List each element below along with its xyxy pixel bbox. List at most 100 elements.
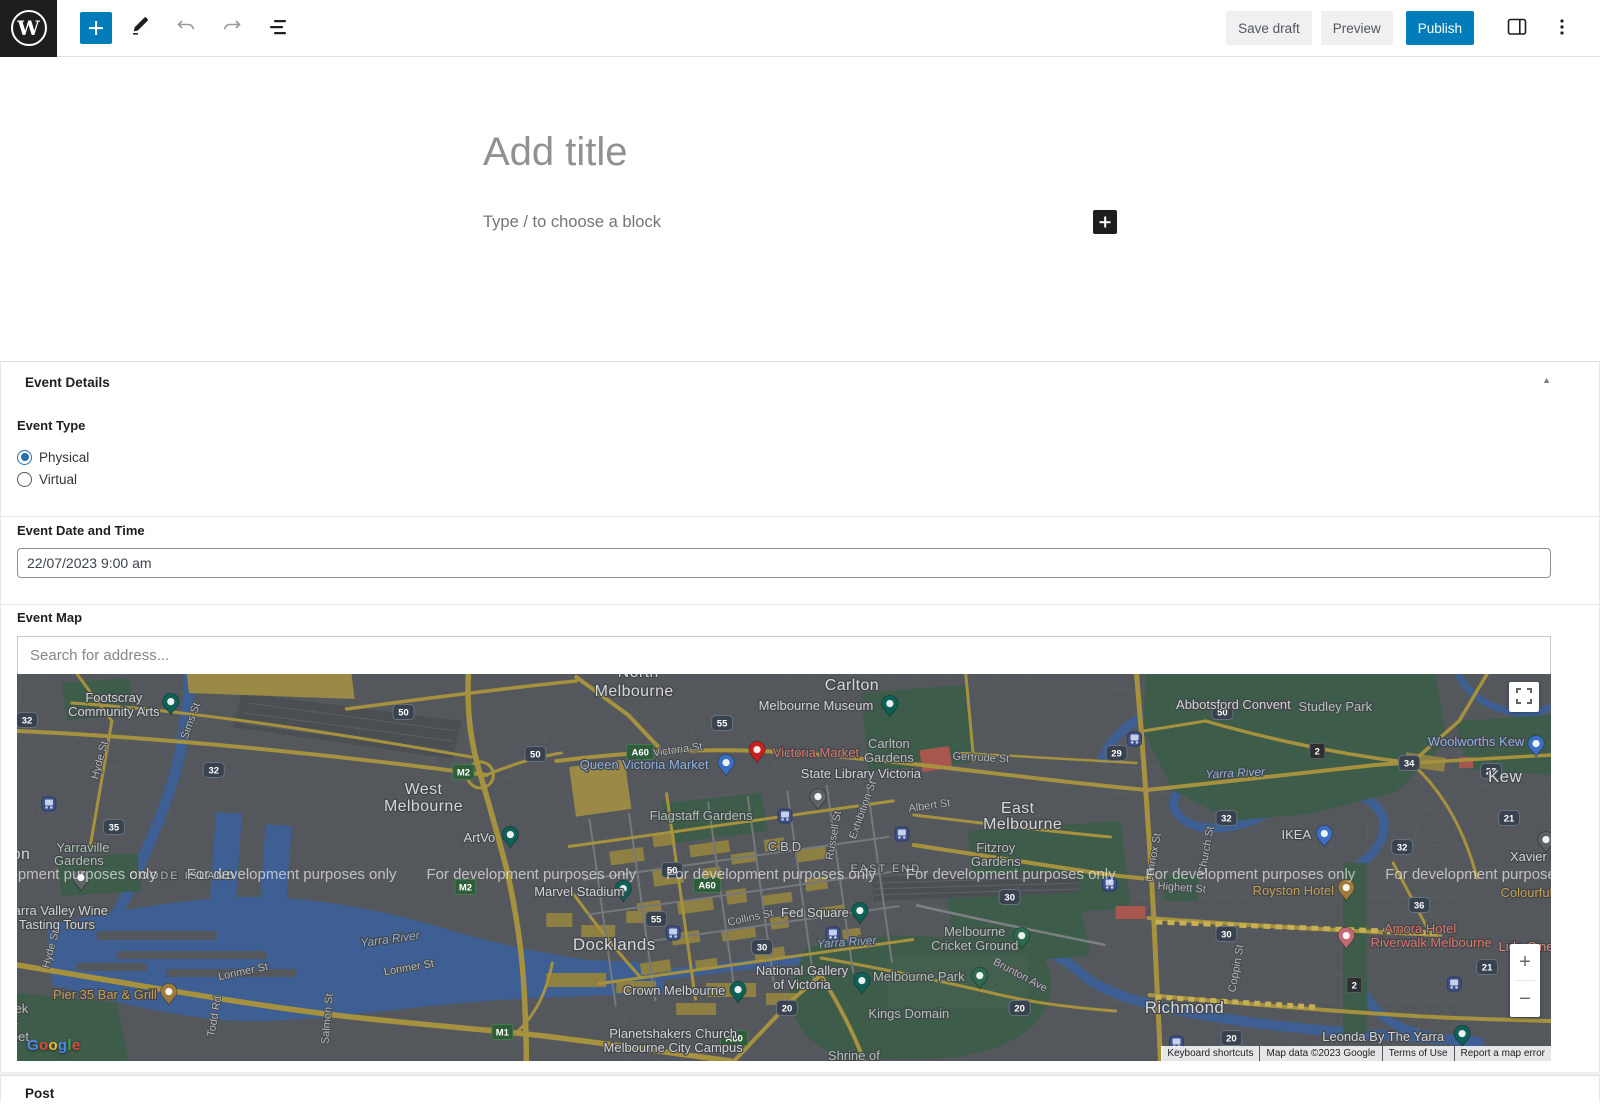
editor-canvas: Add title Type / to choose a block bbox=[0, 57, 1600, 361]
sidebar-panel-icon bbox=[1505, 15, 1529, 42]
map-attribution-link[interactable]: Map data ©2023 Google bbox=[1260, 1046, 1381, 1061]
map-label: Shrine of bbox=[828, 1048, 880, 1061]
radio-option-virtual[interactable]: Virtual bbox=[17, 468, 1551, 490]
dev-watermark: For development purposes only bbox=[906, 866, 1116, 883]
map-label: Melbourne bbox=[595, 683, 674, 700]
map-label: IKEA bbox=[1282, 827, 1312, 842]
route-badge: 20 bbox=[1009, 1001, 1030, 1016]
dev-watermark: For development purposes only bbox=[1146, 866, 1356, 883]
settings-sidebar-toggle[interactable] bbox=[1499, 10, 1535, 46]
map-label: Xavier Colle bbox=[1510, 849, 1551, 864]
svg-text:20: 20 bbox=[782, 1004, 793, 1015]
map-label: Leonda By The Yarra bbox=[1322, 1029, 1445, 1044]
map-label: Melbourne bbox=[944, 924, 1005, 939]
map-label: Melbourne bbox=[384, 798, 463, 815]
map-attribution-link[interactable]: Terms of Use bbox=[1383, 1046, 1454, 1061]
svg-text:30: 30 bbox=[1221, 930, 1232, 941]
event-map-field: Event Map bbox=[1, 604, 1599, 1072]
svg-text:21: 21 bbox=[1504, 814, 1515, 825]
svg-text:21: 21 bbox=[1482, 963, 1493, 974]
map-label: East bbox=[1001, 800, 1035, 817]
event-datetime-label: Event Date and Time bbox=[17, 523, 1551, 538]
map-label: Woolworths Kew bbox=[1428, 734, 1525, 749]
block-inserter-button[interactable] bbox=[80, 12, 112, 44]
event-type-label: Event Type bbox=[17, 418, 1551, 433]
svg-text:2: 2 bbox=[1315, 747, 1320, 758]
route-badge: 30 bbox=[1216, 927, 1237, 942]
map-label: Footscray bbox=[85, 690, 142, 705]
map-label: Riverwalk Melbourne bbox=[1371, 935, 1492, 950]
dev-watermark: For development purposes only bbox=[666, 866, 876, 883]
options-menu-button[interactable] bbox=[1544, 10, 1580, 46]
route-badge: 29 bbox=[1106, 746, 1127, 761]
event-datetime-field: Event Date and Time bbox=[1, 516, 1599, 604]
edit-tool-button[interactable] bbox=[122, 10, 158, 46]
map-label: Melbourne bbox=[983, 816, 1062, 833]
svg-text:32: 32 bbox=[22, 716, 33, 727]
map-attribution: Keyboard shortcutsMap data ©2023 GoogleT… bbox=[1160, 1046, 1551, 1061]
collapse-toggle-button[interactable]: ▲ bbox=[1542, 375, 1551, 385]
map-label: Community Arts bbox=[68, 704, 160, 719]
route-badge: M1 bbox=[492, 1025, 513, 1040]
route-badge: 35 bbox=[103, 820, 124, 835]
map-attribution-link[interactable]: Keyboard shortcuts bbox=[1161, 1046, 1259, 1061]
map-label: Planetshakers Church bbox=[609, 1026, 737, 1041]
svg-text:36: 36 bbox=[1414, 901, 1425, 912]
preview-button[interactable]: Preview bbox=[1321, 11, 1393, 45]
radio-option-physical[interactable]: Physical bbox=[17, 446, 1551, 468]
kebab-menu-icon bbox=[1552, 17, 1572, 40]
list-view-button[interactable] bbox=[260, 10, 296, 46]
google-logo[interactable]: Google bbox=[27, 1037, 81, 1054]
zoom-out-button[interactable]: − bbox=[1510, 981, 1540, 1017]
route-badge: 34 bbox=[1399, 756, 1420, 771]
route-badge: 32 bbox=[203, 763, 224, 778]
undo-button[interactable] bbox=[168, 10, 204, 46]
post-metabox-title: Post bbox=[25, 1086, 54, 1101]
map-label: West bbox=[405, 781, 443, 798]
radio-label: Virtual bbox=[39, 472, 77, 487]
wordpress-logo-button[interactable]: W bbox=[0, 0, 57, 57]
svg-text:30: 30 bbox=[1004, 893, 1015, 904]
radio-checked-icon[interactable] bbox=[17, 450, 32, 465]
map-label: ArtVo bbox=[464, 830, 496, 845]
inline-block-inserter-button[interactable] bbox=[1093, 210, 1117, 234]
map-label: Carlton bbox=[868, 736, 910, 751]
svg-text:29: 29 bbox=[1111, 749, 1122, 760]
map-label: Crown Melbourne bbox=[623, 983, 725, 998]
map-label: Queen Victoria Market bbox=[580, 757, 709, 772]
block-placeholder-text: Type / to choose a block bbox=[483, 213, 661, 232]
route-badge: 20 bbox=[777, 1001, 798, 1016]
zoom-in-button[interactable]: + bbox=[1510, 944, 1540, 980]
route-badge: M2 bbox=[453, 765, 474, 780]
map-zoom-control: + − bbox=[1510, 944, 1540, 1017]
publish-button[interactable]: Publish bbox=[1406, 11, 1474, 45]
map-label: Tasting Tours bbox=[19, 917, 96, 932]
fullscreen-button[interactable] bbox=[1509, 682, 1539, 712]
svg-text:M1: M1 bbox=[496, 1028, 510, 1039]
svg-text:M2: M2 bbox=[459, 883, 472, 894]
route-badge: 55 bbox=[646, 912, 667, 927]
event-datetime-input[interactable] bbox=[17, 548, 1551, 578]
post-title-input[interactable]: Add title bbox=[483, 57, 1117, 176]
map-label: reek bbox=[17, 1001, 29, 1016]
route-badge: 50 bbox=[393, 705, 414, 720]
dev-watermark: For development purposes only bbox=[187, 866, 397, 883]
map-label: Yarra Valley Wine bbox=[17, 903, 108, 918]
event-type-field: Event Type Physical Virtual bbox=[1, 401, 1599, 516]
svg-text:50: 50 bbox=[398, 708, 409, 719]
radio-unchecked-icon[interactable] bbox=[17, 472, 32, 487]
empty-paragraph-block[interactable]: Type / to choose a block bbox=[483, 210, 1117, 234]
save-draft-button[interactable]: Save draft bbox=[1226, 11, 1312, 45]
map-attribution-link[interactable]: Report a map error bbox=[1455, 1046, 1551, 1061]
map-label: Carlton bbox=[825, 677, 879, 694]
metabox-header: Event Details ▲ bbox=[1, 362, 1599, 401]
map-label: CBD bbox=[768, 839, 804, 854]
address-search-input[interactable] bbox=[17, 636, 1551, 674]
map-label: Flagstaff Gardens bbox=[650, 808, 753, 823]
redo-button[interactable] bbox=[214, 10, 250, 46]
metabox-title: Event Details bbox=[25, 375, 110, 390]
event-map[interactable]: 3232323250505050555530303020202029342121… bbox=[17, 674, 1551, 1061]
route-badge: 30 bbox=[999, 890, 1020, 905]
svg-text:50: 50 bbox=[530, 750, 541, 761]
map-label: Kew bbox=[1488, 767, 1523, 786]
